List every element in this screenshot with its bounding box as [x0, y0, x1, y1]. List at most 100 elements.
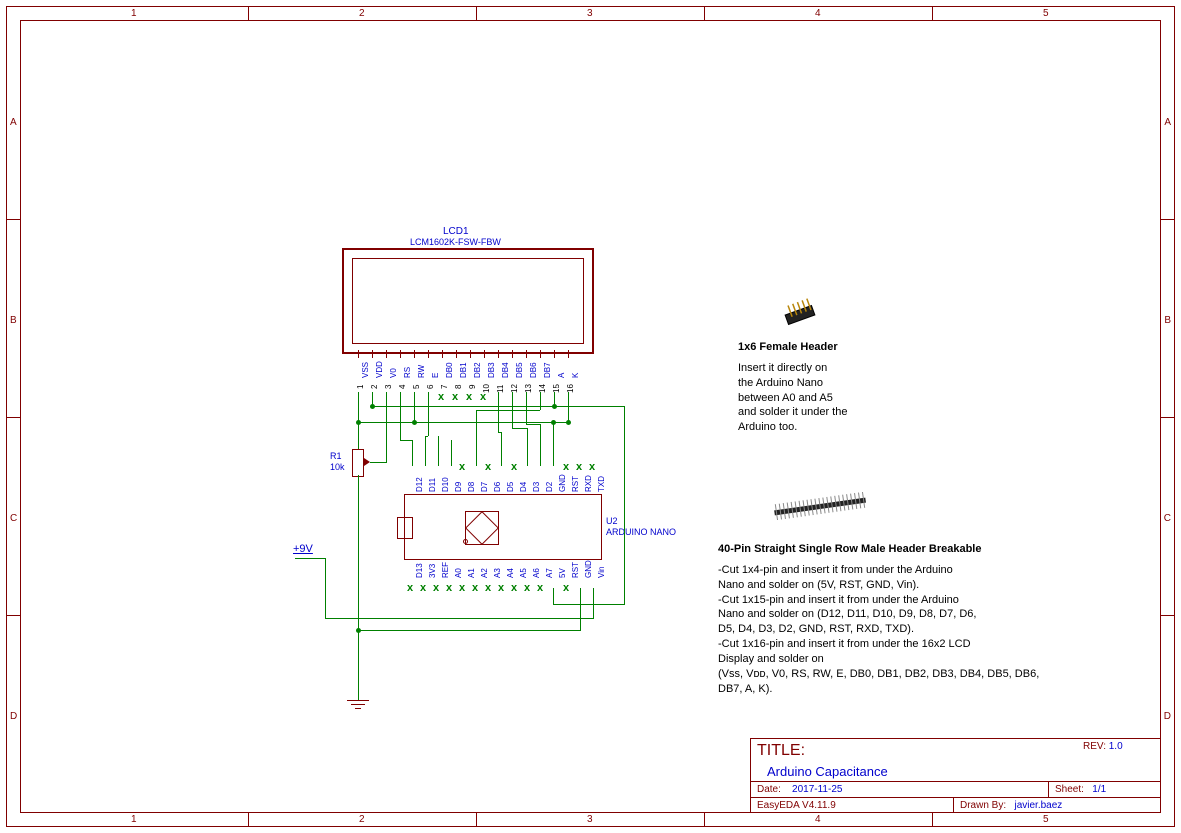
wire [580, 588, 581, 630]
nc-icon: x [472, 582, 478, 594]
nc-icon: x [498, 582, 504, 594]
nc-icon: x [433, 582, 439, 594]
wire [540, 424, 541, 466]
nano-part: ARDUINO NANO [606, 527, 676, 537]
nc-icon: x [459, 461, 465, 473]
tick [6, 417, 20, 418]
tick [1161, 417, 1175, 418]
wire [358, 630, 581, 631]
col-num-1b: 1 [131, 814, 137, 825]
nano-ref: U2 [606, 516, 618, 526]
nc-icon: x [537, 582, 543, 594]
title-block: TITLE: Arduino Capacitance REV: 1.0 Date… [750, 738, 1161, 813]
wire [414, 392, 415, 422]
nc-icon: x [563, 582, 569, 594]
sheet-label: Sheet: [1055, 784, 1084, 795]
wire [526, 392, 527, 424]
wire [358, 422, 568, 423]
row-c: C [10, 513, 17, 524]
wire [358, 392, 359, 422]
junction [551, 420, 556, 425]
tick [476, 6, 477, 20]
lcd-ref: LCD1 [443, 226, 469, 237]
wire [593, 588, 594, 619]
rev-value: 1.0 [1109, 741, 1123, 752]
tick [1161, 615, 1175, 616]
row-d-r: D [1164, 711, 1171, 722]
wire [386, 392, 387, 462]
wire [358, 475, 359, 700]
tick [932, 813, 933, 827]
tick [704, 6, 705, 20]
arduino-nano [404, 494, 602, 560]
wire [498, 392, 499, 432]
lcd-screen [352, 258, 584, 344]
nc-icon: x [511, 582, 517, 594]
row-a: A [10, 117, 17, 128]
row-a-r: A [1164, 117, 1171, 128]
junction [412, 420, 417, 425]
wire [540, 392, 541, 410]
tick [6, 219, 20, 220]
nc-icon: x [459, 582, 465, 594]
tick [704, 813, 705, 827]
wire [512, 428, 527, 429]
wire [425, 436, 426, 466]
male-header-icon [770, 492, 870, 520]
notes2-heading: 40-Pin Straight Single Row Male Header B… [718, 542, 1088, 557]
row-d: D [10, 711, 17, 722]
nc-icon: x [420, 582, 426, 594]
wire [400, 440, 412, 441]
wire [553, 588, 554, 605]
col-num-5: 5 [1043, 8, 1049, 19]
pot-ref: R1 [330, 451, 342, 461]
wire [400, 392, 401, 440]
drawnby-value: javier.baez [1014, 800, 1062, 811]
nc-icon: x [524, 582, 530, 594]
wire [451, 440, 452, 466]
wire [325, 618, 593, 619]
female-header-icon [778, 290, 828, 330]
tool-value: EasyEDA V4.11.9 [751, 798, 954, 813]
wire [358, 440, 359, 449]
wire [295, 558, 325, 559]
pot-val: 10k [330, 462, 345, 472]
nc-icon: x [485, 461, 491, 473]
nc-icon: x [452, 391, 458, 403]
wire [372, 406, 373, 407]
row-b-r: B [1164, 315, 1171, 326]
nc-icon: x [466, 391, 472, 403]
lcd-symbol [342, 248, 594, 354]
wire [527, 428, 528, 466]
title-value: Arduino Capacitance [757, 760, 1071, 779]
wire [428, 392, 429, 436]
tick [1161, 219, 1175, 220]
wire [553, 422, 554, 466]
wire [412, 440, 413, 466]
notes-male-header: 40-Pin Straight Single Row Male Header B… [718, 542, 1088, 696]
tick [932, 6, 933, 20]
junction [356, 628, 361, 633]
nc-icon: x [563, 461, 569, 473]
date-value: 2017-11-25 [792, 784, 842, 795]
col-num-1: 1 [131, 8, 137, 19]
tick [476, 813, 477, 827]
wire [553, 604, 625, 605]
nc-icon: x [407, 582, 413, 594]
col-num-2: 2 [359, 8, 365, 19]
supply-label: +9V [293, 543, 313, 555]
chip-pin1-dot [463, 539, 468, 544]
wire [370, 462, 387, 463]
col-num-3b: 3 [587, 814, 593, 825]
wire [624, 406, 625, 604]
wire [325, 558, 326, 618]
nc-icon: x [485, 582, 491, 594]
usb-icon [397, 517, 413, 539]
wire [501, 432, 502, 466]
lcd-part: LCM1602K-FSW-FBW [410, 237, 501, 247]
mcu-chip-icon [465, 511, 499, 545]
drawnby-label: Drawn By: [960, 800, 1006, 811]
notes1-heading: 1x6 Female Header [738, 340, 948, 355]
date-label: Date: [757, 784, 781, 795]
wire [526, 424, 540, 425]
